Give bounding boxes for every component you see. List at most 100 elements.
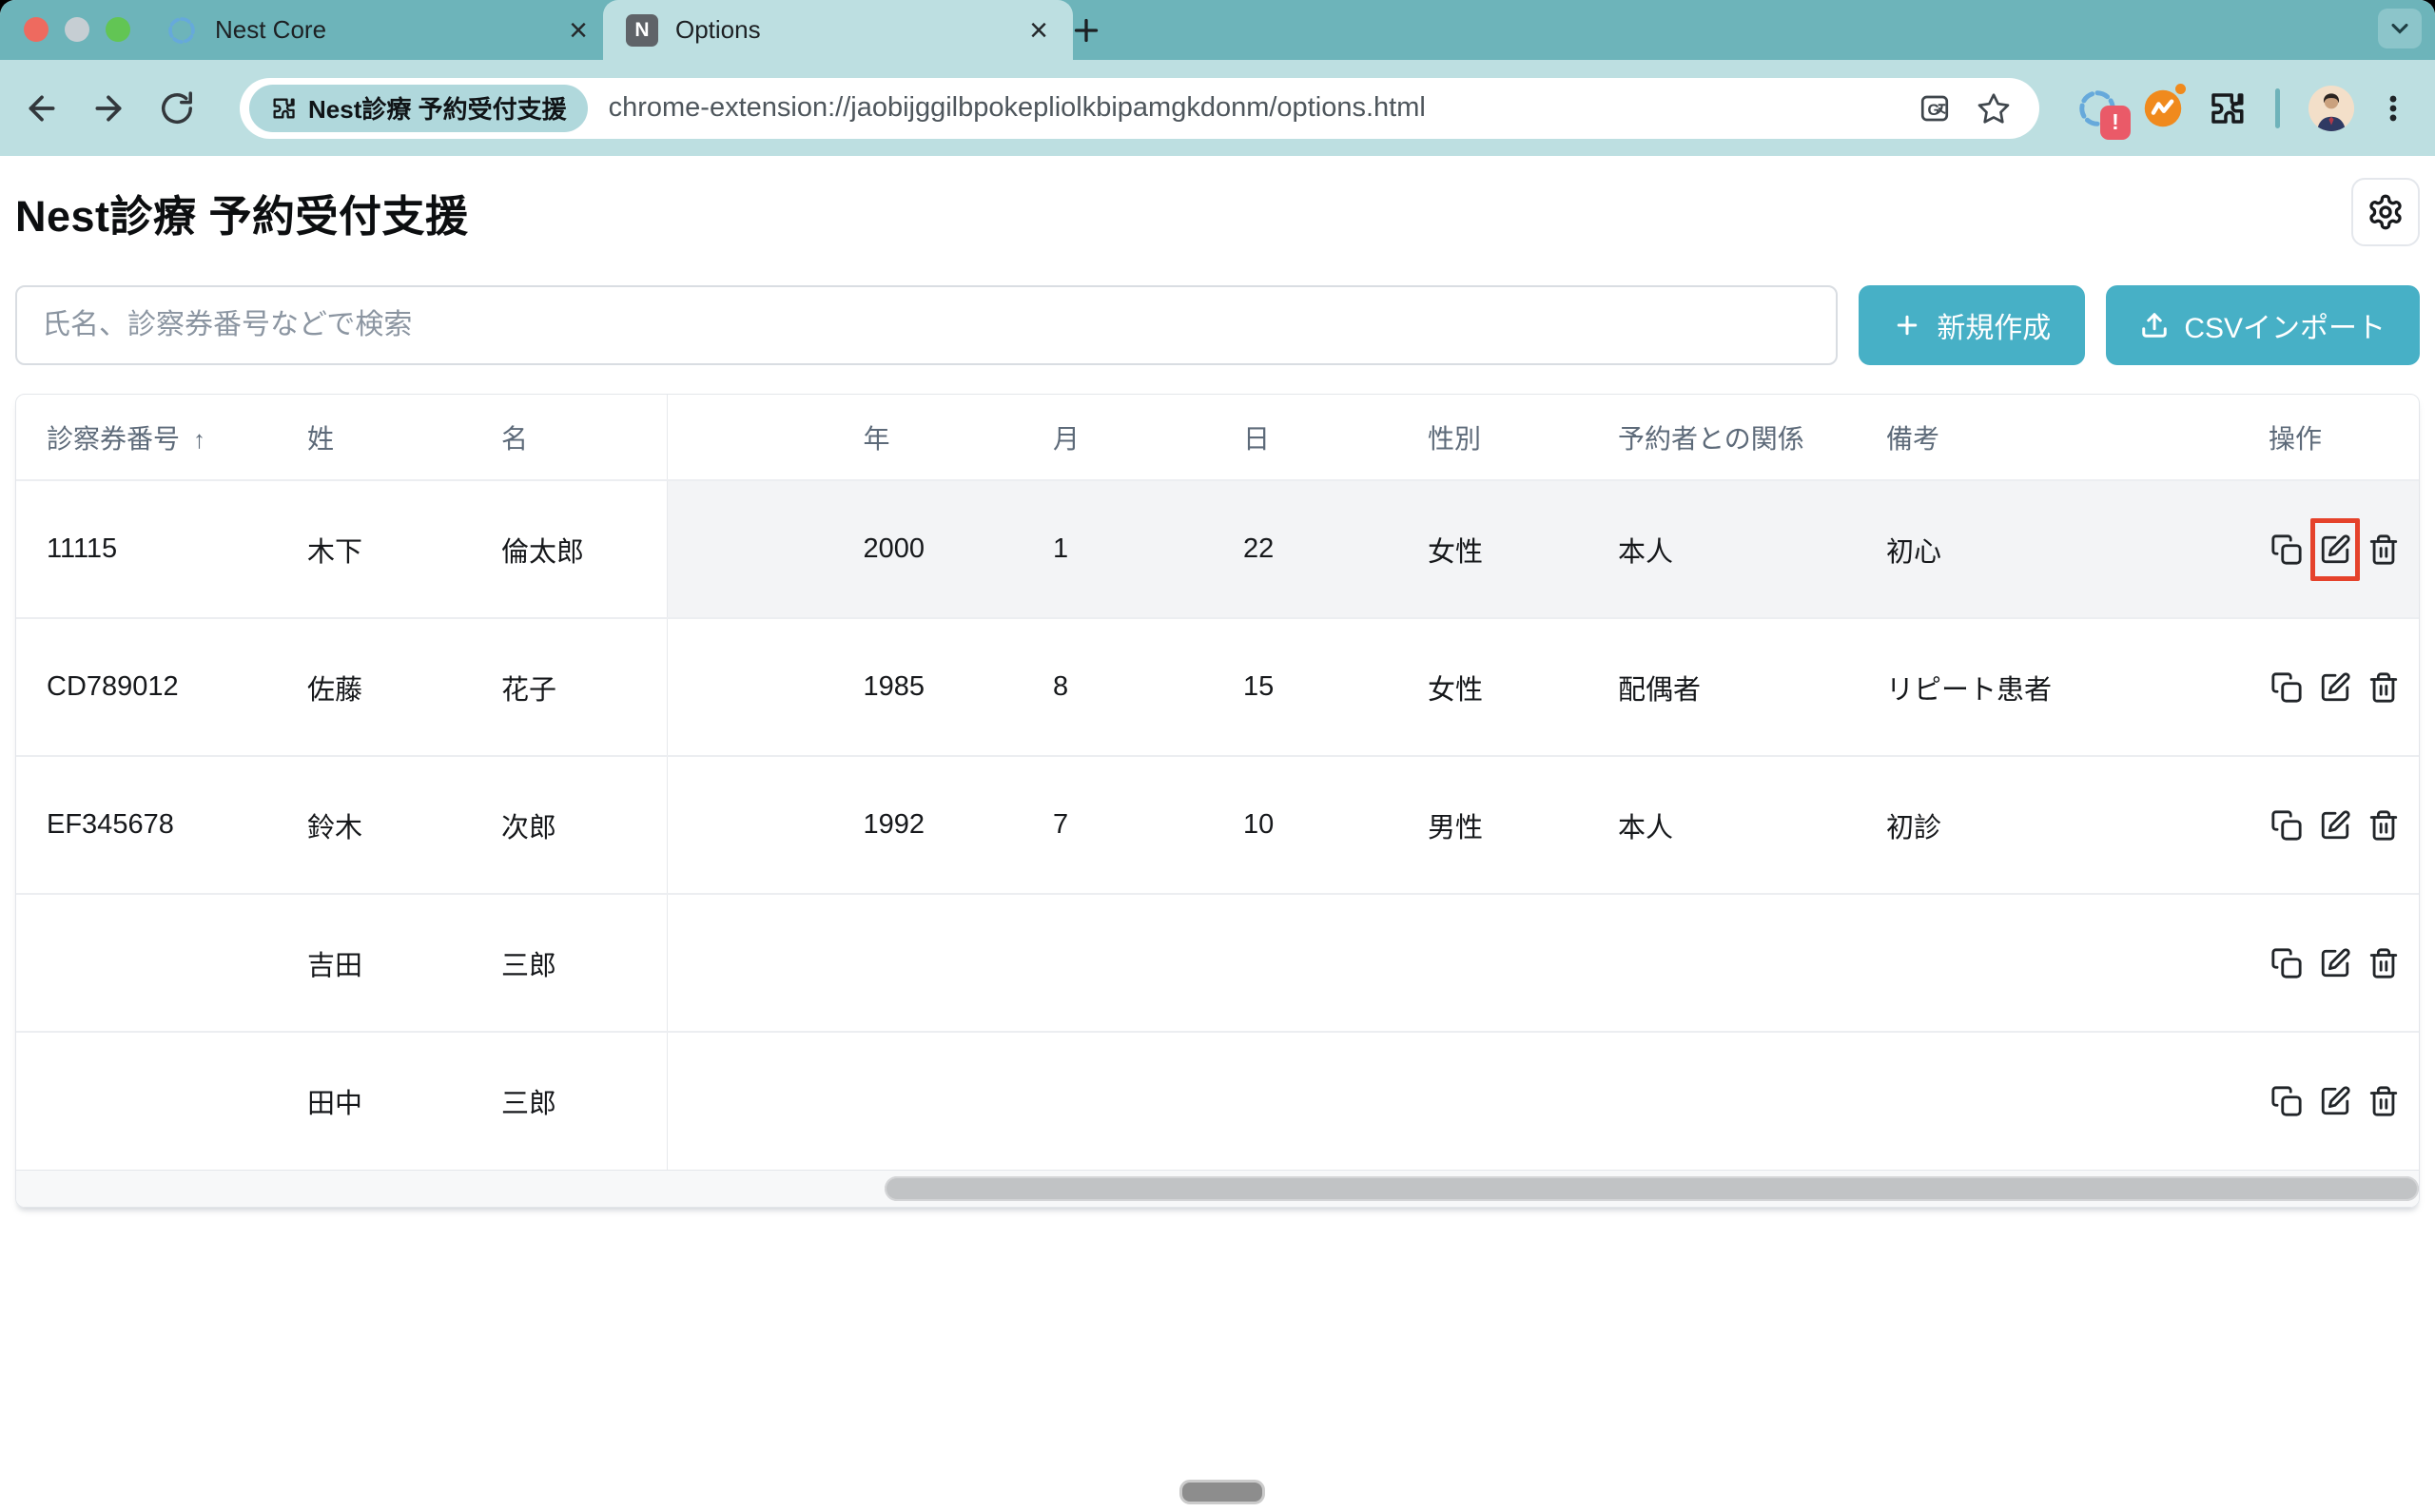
edit-pencil-icon [2319, 947, 2351, 979]
page-scroll-indicator[interactable] [1179, 1480, 1265, 1504]
delete-row-button[interactable] [2366, 944, 2402, 982]
copy-icon [2270, 809, 2303, 842]
forward-button[interactable] [88, 87, 129, 129]
translate-icon[interactable]: G [1918, 91, 1952, 126]
copy-row-button[interactable] [2269, 944, 2305, 982]
back-button[interactable] [21, 87, 63, 129]
tab-close-icon[interactable]: × [1029, 14, 1048, 47]
orange-wave-extension-icon[interactable] [2142, 87, 2184, 129]
cell-last-name: 佐藤 [277, 618, 471, 756]
options-page: Nest診療 予約受付支援 新規作成 CSVインポート [0, 156, 2435, 1512]
tab-options[interactable]: N Options × [603, 0, 1073, 60]
cell-gender: 女性 [1397, 480, 1588, 618]
edit-row-button[interactable] [2317, 944, 2353, 982]
header-patient-id[interactable]: 診察券番号↑ [16, 395, 277, 480]
cell-year: 1985 [667, 618, 1023, 756]
cell-last-name: 木下 [277, 480, 471, 618]
edit-row-button[interactable] [2317, 531, 2353, 569]
cell-day: 22 [1213, 480, 1397, 618]
cell-month: 7 [1023, 756, 1213, 894]
options-favicon-icon: N [626, 14, 658, 47]
cell-relation: 本人 [1588, 480, 1856, 618]
cell-day [1213, 1032, 1397, 1170]
edit-pencil-icon [2319, 809, 2351, 842]
cell-first-name: 三郎 [471, 894, 667, 1032]
bookmark-star-icon[interactable] [1977, 91, 2011, 126]
page-title: Nest診療 予約受付支援 [15, 182, 469, 243]
cell-year [667, 1032, 1023, 1170]
patients-table: 診察券番号↑ 姓 名 年 月 日 性別 予約者との関係 備考 操作 11115 [15, 394, 2420, 1208]
cell-year: 2000 [667, 480, 1023, 618]
copy-icon [2270, 947, 2303, 979]
cell-note [1856, 894, 2238, 1032]
nest-extension-icon[interactable]: ! [2075, 87, 2119, 130]
nest-spiral-icon [166, 14, 198, 47]
copy-icon [2270, 533, 2303, 566]
copy-row-button[interactable] [2269, 1082, 2305, 1120]
cell-last-name: 田中 [277, 1032, 471, 1170]
cell-note: 初診 [1856, 756, 2238, 894]
tab-title: Nest Core [215, 15, 569, 45]
extension-name-chip[interactable]: Nest診療 予約受付支援 [249, 85, 588, 132]
cell-gender: 男性 [1397, 756, 1588, 894]
window-close-button[interactable] [24, 17, 49, 42]
forward-arrow-icon [89, 89, 127, 127]
trash-icon [2367, 809, 2400, 842]
trash-icon [2367, 533, 2400, 566]
reload-button[interactable] [156, 87, 198, 129]
extension-puzzle-icon [270, 95, 297, 122]
tab-nest-core[interactable]: Nest Core × [143, 0, 613, 60]
new-tab-button[interactable] [1067, 11, 1105, 49]
header-last-name: 姓 [277, 395, 471, 480]
cell-last-name: 鈴木 [277, 756, 471, 894]
header-actions: 操作 [2238, 395, 2419, 480]
scrollbar-thumb[interactable] [885, 1176, 2419, 1201]
copy-row-button[interactable] [2269, 669, 2305, 707]
edit-pencil-icon [2319, 533, 2351, 566]
delete-row-button[interactable] [2366, 669, 2402, 707]
edit-row-button[interactable] [2317, 669, 2353, 707]
header-first-name: 名 [471, 395, 667, 480]
reload-icon [159, 90, 195, 126]
cell-relation: 配偶者 [1588, 618, 1856, 756]
browser-menu-kebab-icon[interactable] [2377, 92, 2409, 125]
address-bar[interactable]: Nest診療 予約受付支援 chrome-extension://jaobijg… [240, 78, 2039, 139]
edit-row-button[interactable] [2317, 1082, 2353, 1120]
cell-day [1213, 894, 1397, 1032]
create-new-button[interactable]: 新規作成 [1859, 285, 2085, 365]
trash-icon [2367, 1085, 2400, 1117]
cell-month [1023, 894, 1213, 1032]
profile-avatar[interactable] [2308, 86, 2354, 131]
window-minimize-button[interactable] [65, 17, 89, 42]
edit-row-button[interactable] [2317, 806, 2353, 844]
cell-gender: 女性 [1397, 618, 1588, 756]
copy-row-button[interactable] [2269, 806, 2305, 844]
cell-gender [1397, 1032, 1588, 1170]
extension-error-badge: ! [2100, 106, 2131, 140]
copy-row-button[interactable] [2269, 531, 2305, 569]
tab-close-icon[interactable]: × [569, 14, 588, 47]
table-horizontal-scrollbar [16, 1170, 2419, 1207]
tab-search-button[interactable] [2378, 9, 2422, 48]
delete-row-button[interactable] [2366, 531, 2402, 569]
cell-first-name: 花子 [471, 618, 667, 756]
cell-patient-id: EF345678 [16, 756, 277, 894]
toolbar-divider [2275, 88, 2280, 128]
header-year: 年 [667, 395, 1023, 480]
settings-button[interactable] [2351, 178, 2420, 246]
cell-first-name: 倫太郎 [471, 480, 667, 618]
cell-month [1023, 1032, 1213, 1170]
csv-import-label: CSVインポート [2184, 304, 2386, 346]
extensions-puzzle-icon[interactable] [2207, 88, 2247, 128]
window-zoom-button[interactable] [106, 17, 130, 42]
search-input[interactable] [15, 285, 1838, 365]
table-row: 田中 三郎 [16, 1032, 2419, 1170]
edit-pencil-icon [2319, 1085, 2351, 1117]
cell-year: 1992 [667, 756, 1023, 894]
cell-relation: 本人 [1588, 756, 1856, 894]
delete-row-button[interactable] [2366, 806, 2402, 844]
cell-year [667, 894, 1023, 1032]
delete-row-button[interactable] [2366, 1082, 2402, 1120]
cell-gender [1397, 894, 1588, 1032]
csv-import-button[interactable]: CSVインポート [2106, 285, 2420, 365]
